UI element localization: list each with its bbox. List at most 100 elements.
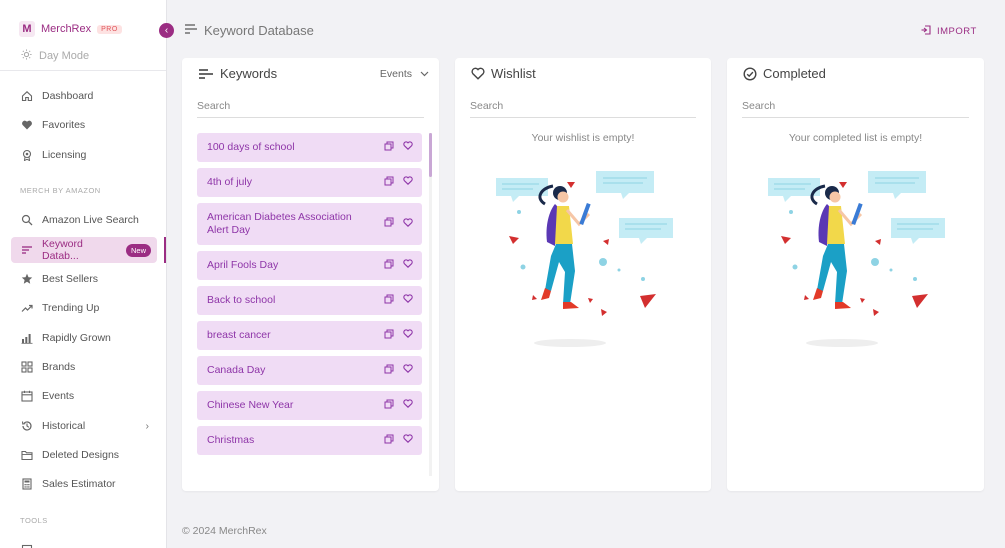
copy-icon[interactable] — [384, 217, 394, 231]
trending-up-icon — [21, 302, 33, 314]
sidebar-item-sales-estimator[interactable]: Sales Estimator — [11, 471, 157, 497]
sidebar-item-brands[interactable]: Brands — [11, 354, 157, 380]
keyword-item[interactable]: Canada Day — [197, 356, 422, 385]
heart-outline-icon[interactable] — [403, 294, 413, 307]
completed-title: Completed — [763, 66, 826, 81]
wishlist-header: Wishlist — [471, 66, 536, 81]
heart-outline-icon[interactable] — [403, 399, 413, 412]
copy-icon[interactable] — [384, 364, 394, 378]
copy-icon[interactable] — [384, 176, 394, 190]
sidebar-item-amazon-live-search[interactable]: Amazon Live Search — [11, 207, 157, 233]
heart-outline-icon[interactable] — [403, 434, 413, 447]
heart-outline-icon — [471, 67, 485, 80]
section-label-merch: MERCH BY AMAZON — [20, 186, 101, 195]
keyword-label: American Diabetes Association Alert Day — [207, 211, 352, 236]
sidebar-item-best-sellers[interactable]: Best Sellers — [11, 266, 157, 292]
page-title-text: Keyword Database — [204, 23, 314, 38]
sidebar-item-favorites[interactable]: Favorites — [11, 112, 157, 138]
sidebar-item-trending-up[interactable]: Trending Up — [11, 295, 157, 321]
sidebar-item-historical[interactable]: Historical › — [11, 413, 157, 439]
sidebar: M MerchRex PRO Day Mode Dashboard Favori… — [0, 0, 167, 548]
copy-icon[interactable] — [384, 294, 394, 308]
heart-outline-icon[interactable] — [403, 176, 413, 189]
wishlist-search-input[interactable] — [470, 98, 696, 118]
heart-outline-icon[interactable] — [403, 259, 413, 272]
keyword-item[interactable]: Christmas — [197, 426, 422, 455]
keyword-actions — [384, 329, 413, 343]
sidebar-item-partial[interactable] — [11, 537, 157, 548]
sidebar-item-label: Trending Up — [42, 302, 100, 314]
completed-search-input[interactable] — [742, 98, 969, 118]
scrollbar-thumb[interactable] — [429, 133, 432, 177]
completed-empty-message: Your completed list is empty! — [788, 132, 923, 144]
sidebar-item-label: Events — [42, 390, 75, 402]
keyword-label: 4th of july — [207, 176, 252, 188]
calculator-icon — [21, 478, 33, 490]
keyword-label: breast cancer — [207, 329, 271, 341]
keywords-title: Keywords — [220, 66, 278, 81]
category-select-value: Events — [379, 68, 412, 80]
keyword-item[interactable]: 100 days of school — [197, 133, 422, 162]
keyword-item[interactable]: American Diabetes Association Alert Day — [197, 203, 422, 245]
keyword-label: April Fools Day — [207, 259, 279, 271]
brand[interactable]: M MerchRex PRO — [19, 21, 122, 37]
sidebar-item-deleted-designs[interactable]: Deleted Designs — [11, 442, 157, 468]
sidebar-item-keyword-database[interactable]: Keyword Datab... New — [11, 237, 157, 263]
keyword-item[interactable]: breast cancer — [197, 321, 422, 350]
sidebar-item-events[interactable]: Events — [11, 383, 157, 409]
footer-copyright: © 2024 MerchRex — [182, 525, 267, 537]
keyword-item[interactable]: April Fools Day — [197, 251, 422, 280]
wishlist-card: Wishlist Your wishlist is empty! — [455, 58, 711, 491]
sidebar-item-label: Best Sellers — [42, 273, 99, 285]
sidebar-item-licensing[interactable]: Licensing — [11, 142, 157, 168]
keyword-actions — [384, 176, 413, 190]
tool-icon — [21, 544, 33, 548]
keyword-actions — [384, 294, 413, 308]
keywords-scrollbar[interactable] — [429, 133, 432, 476]
keyword-actions — [384, 141, 413, 155]
keyword-item[interactable]: Chinese New Year — [197, 391, 422, 420]
folder-icon — [21, 449, 33, 461]
copy-icon[interactable] — [384, 141, 394, 155]
keyword-item[interactable]: Back to school — [197, 286, 422, 315]
copy-icon[interactable] — [384, 329, 394, 343]
heart-outline-icon[interactable] — [403, 217, 413, 231]
grid-icon — [21, 361, 33, 373]
sidebar-item-label: Amazon Live Search — [42, 214, 139, 226]
keyword-item[interactable]: 4th of july — [197, 168, 422, 197]
import-button[interactable]: IMPORT — [921, 25, 977, 38]
copy-icon[interactable] — [384, 259, 394, 273]
keyword-label: Back to school — [207, 294, 276, 306]
brand-name: MerchRex — [41, 23, 92, 35]
sidebar-item-label: Rapidly Grown — [42, 332, 111, 344]
empty-state-illustration — [765, 166, 946, 354]
heart-outline-icon[interactable] — [403, 364, 413, 377]
list-icon — [21, 244, 33, 256]
collapse-sidebar-button[interactable]: ‹ — [159, 23, 174, 38]
keyword-label: Chinese New Year — [207, 399, 294, 411]
new-badge: New — [125, 243, 151, 257]
heart-outline-icon[interactable] — [403, 141, 413, 154]
copy-icon[interactable] — [384, 434, 394, 448]
keywords-search-input[interactable] — [197, 98, 424, 118]
sidebar-item-dashboard[interactable]: Dashboard — [11, 83, 157, 109]
empty-state-illustration — [493, 166, 674, 354]
calendar-icon — [21, 390, 33, 402]
chevron-left-icon: ‹ — [164, 25, 169, 36]
sidebar-item-rapidly-grown[interactable]: Rapidly Grown — [11, 325, 157, 351]
keyword-actions — [384, 434, 413, 448]
heart-icon — [21, 119, 33, 131]
import-label: IMPORT — [937, 26, 977, 37]
sidebar-item-label: Licensing — [42, 149, 87, 161]
history-icon — [21, 420, 33, 432]
category-select[interactable]: Events — [380, 68, 429, 80]
day-mode-toggle[interactable]: Day Mode — [21, 49, 89, 63]
copy-icon[interactable] — [384, 399, 394, 413]
pro-badge: PRO — [97, 24, 122, 34]
divider — [0, 70, 166, 71]
sun-icon — [21, 49, 32, 63]
heart-outline-icon[interactable] — [403, 329, 413, 342]
keyword-actions — [384, 364, 413, 378]
keyword-label: Christmas — [207, 434, 255, 446]
section-label-tools: TOOLS — [20, 516, 48, 525]
